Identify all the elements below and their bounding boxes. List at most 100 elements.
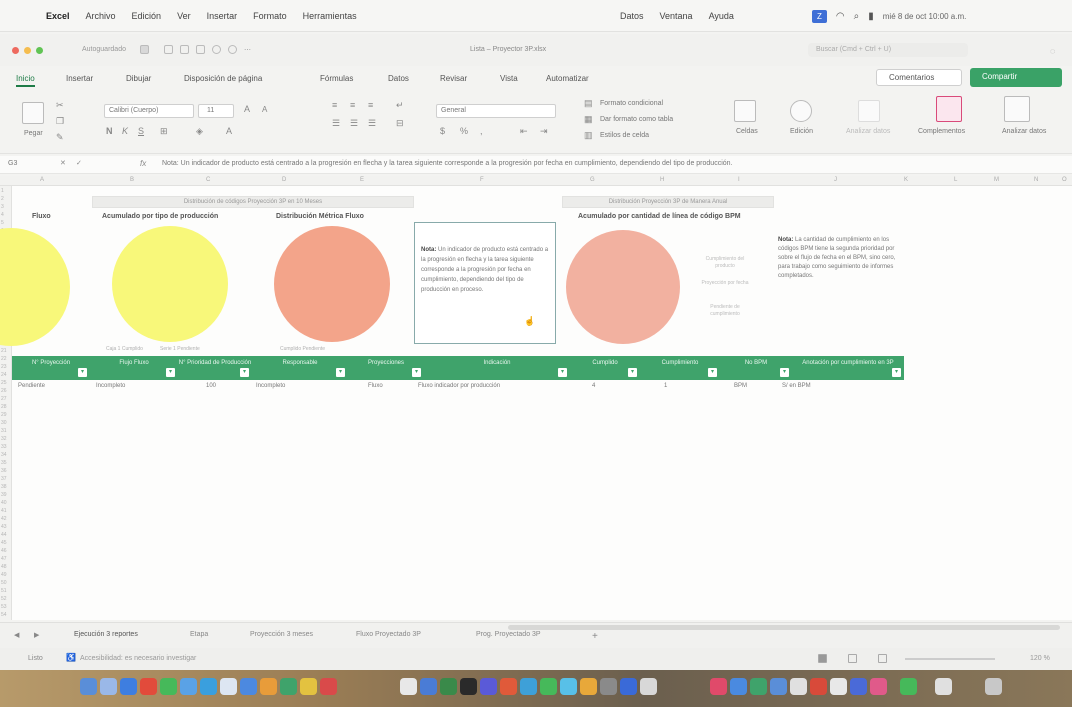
column-header[interactable]: G: [590, 177, 595, 183]
more-icon[interactable]: ⋯: [244, 46, 251, 54]
filter-dropdown-icon[interactable]: ▾: [780, 368, 789, 377]
fill-color-icon[interactable]: ◈: [196, 126, 203, 137]
cut-icon[interactable]: ✂: [56, 100, 64, 111]
sheet-tab[interactable]: Prog. Proyectado 3P: [476, 631, 541, 638]
word-icon[interactable]: [420, 678, 437, 695]
pie-chart-acumulado[interactable]: [112, 226, 228, 342]
account-icon[interactable]: ◌: [1050, 46, 1055, 56]
row-number[interactable]: 22: [1, 356, 7, 362]
zoom-level[interactable]: 120 %: [1030, 655, 1050, 662]
column-header[interactable]: J: [834, 177, 837, 183]
filter-dropdown-icon[interactable]: ▾: [166, 368, 175, 377]
note-textbox-2[interactable]: Nota: La cantidad de cumplimiento en los…: [778, 236, 902, 281]
decrease-decimal-icon[interactable]: ⇥: [540, 126, 548, 137]
thousands-icon[interactable]: ,: [480, 126, 483, 136]
underline-icon[interactable]: S: [138, 126, 144, 136]
wrap-text-icon[interactable]: ↵: [396, 100, 404, 111]
pie-chart-bpm[interactable]: [566, 230, 680, 344]
number-format-select[interactable]: General: [436, 104, 556, 118]
whatsapp-icon[interactable]: [540, 678, 557, 695]
wifi-icon[interactable]: ◠: [836, 11, 845, 22]
align-right-icon[interactable]: ☰: [368, 118, 376, 129]
downloads-icon[interactable]: [935, 678, 952, 695]
row-number[interactable]: 5: [1, 220, 4, 226]
filter-dropdown-icon[interactable]: ▾: [412, 368, 421, 377]
table-cell[interactable]: Fluxo: [368, 383, 383, 389]
row-number[interactable]: 24: [1, 372, 7, 378]
currency-icon[interactable]: $: [440, 126, 445, 136]
terminal-icon[interactable]: [460, 678, 477, 695]
column-header[interactable]: K: [904, 177, 908, 183]
search-icon[interactable]: ⌕: [854, 11, 860, 22]
next-sheet-icon[interactable]: ▶: [34, 631, 39, 639]
table-cell[interactable]: S/ en BPM: [782, 383, 811, 389]
tab-datos[interactable]: Datos: [388, 74, 409, 83]
notes-icon[interactable]: [300, 678, 317, 695]
menu-herramientas[interactable]: Herramientas: [303, 11, 357, 21]
table-header-cell[interactable]: Responsable ▾: [252, 356, 348, 380]
increase-decimal-icon[interactable]: ⇤: [520, 126, 528, 137]
menu-app-excel[interactable]: Excel: [46, 11, 70, 21]
menu-insertar[interactable]: Insertar: [207, 11, 238, 21]
name-box[interactable]: G3: [8, 160, 17, 167]
cancel-icon[interactable]: ✕: [60, 159, 66, 167]
row-number[interactable]: 26: [1, 388, 7, 394]
tab-formulas[interactable]: Fórmulas: [320, 74, 353, 83]
app-icon[interactable]: [830, 678, 847, 695]
column-header[interactable]: M: [994, 177, 999, 183]
tab-dibujar[interactable]: Dibujar: [126, 74, 151, 83]
filter-dropdown-icon[interactable]: ▾: [558, 368, 567, 377]
column-header[interactable]: A: [40, 177, 44, 183]
table-cell[interactable]: 1: [664, 383, 667, 389]
font-size-select[interactable]: 11: [198, 104, 234, 118]
page-layout-icon[interactable]: [848, 654, 857, 663]
format-painter-icon[interactable]: ✎: [56, 132, 64, 143]
launchpad-icon[interactable]: [100, 678, 117, 695]
row-number[interactable]: 44: [1, 532, 7, 538]
row-number[interactable]: 4: [1, 212, 4, 218]
autosave-toggle[interactable]: [140, 45, 149, 54]
finder-icon[interactable]: [80, 678, 97, 695]
cells-icon[interactable]: [734, 100, 756, 122]
row-number[interactable]: 25: [1, 380, 7, 386]
grow-font-icon[interactable]: A: [244, 104, 250, 114]
column-header[interactable]: E: [360, 177, 364, 183]
align-center-icon[interactable]: ☰: [350, 118, 358, 129]
merge-cells-icon[interactable]: ⊟: [396, 118, 404, 129]
table-cell[interactable]: Pendiente: [18, 383, 45, 389]
print-icon[interactable]: [196, 45, 205, 54]
percent-icon[interactable]: %: [460, 126, 468, 136]
row-number[interactable]: 28: [1, 404, 7, 410]
numbers-icon[interactable]: [280, 678, 297, 695]
save-icon[interactable]: [180, 45, 189, 54]
table-header-cell[interactable]: Cumplido ▾: [570, 356, 640, 380]
row-number[interactable]: 33: [1, 444, 7, 450]
app-icon[interactable]: [730, 678, 747, 695]
row-number[interactable]: 38: [1, 484, 7, 490]
borders-icon[interactable]: ⊞: [160, 126, 168, 137]
table-cell[interactable]: Incompleto: [256, 383, 285, 389]
app-icon[interactable]: [770, 678, 787, 695]
maps-icon[interactable]: [200, 678, 217, 695]
table-cell[interactable]: BPM: [734, 383, 747, 389]
sheet-tab[interactable]: Ejecución 3 reportes: [74, 631, 138, 638]
minimize-window-button[interactable]: [24, 47, 31, 54]
tab-inicio[interactable]: Inicio: [16, 74, 35, 87]
shrink-font-icon[interactable]: A: [262, 105, 267, 114]
tab-vista[interactable]: Vista: [500, 74, 518, 83]
table-header-cell[interactable]: Cumplimiento ▾: [640, 356, 720, 380]
font-color-icon[interactable]: A: [226, 126, 232, 136]
align-bottom-icon[interactable]: ≡: [368, 100, 373, 110]
row-number[interactable]: 47: [1, 556, 7, 562]
column-header[interactable]: B: [130, 177, 134, 183]
column-header[interactable]: I: [738, 177, 740, 183]
app-icon[interactable]: [400, 678, 417, 695]
table-cell[interactable]: Fluxo indicador por producción: [418, 383, 500, 389]
excel-icon[interactable]: [440, 678, 457, 695]
format-as-table-label[interactable]: Dar formato como tabla: [600, 116, 673, 123]
messages-icon[interactable]: [160, 678, 177, 695]
analyze-data-icon[interactable]: [858, 100, 880, 122]
copy-icon[interactable]: ❐: [56, 116, 64, 127]
table-cell[interactable]: Incompleto: [96, 383, 125, 389]
row-number[interactable]: 40: [1, 500, 7, 506]
